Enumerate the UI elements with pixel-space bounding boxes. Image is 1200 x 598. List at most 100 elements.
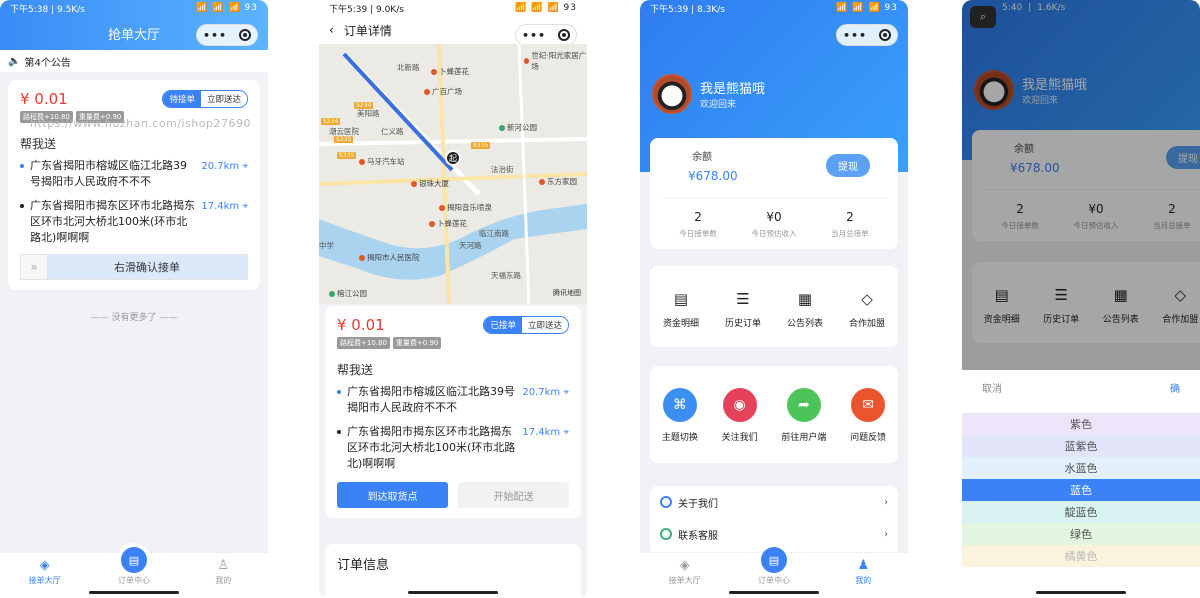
tab-order-center[interactable]: ▤ 订单中心 xyxy=(744,547,804,586)
pickup-distance: 20.7km ⌖ xyxy=(201,159,248,190)
close-target-icon[interactable] xyxy=(879,29,892,41)
handshake-icon: ◇ xyxy=(861,290,873,308)
tab-mine[interactable]: ♟ 我的 xyxy=(833,559,893,586)
close-target-icon[interactable] xyxy=(239,29,252,41)
delivery-badge: 立即送达 xyxy=(521,317,568,333)
theme-option[interactable]: 水蓝色 xyxy=(962,457,1200,479)
double-chevron-icon[interactable]: » xyxy=(21,255,47,279)
theme-option[interactable]: 紫色 xyxy=(962,413,1200,435)
menu-label: 公告列表 xyxy=(786,319,823,329)
status-icons: 📶 📶 📶 93 xyxy=(196,3,258,13)
notice-text: 第4个公告 xyxy=(24,57,71,69)
slide-to-accept[interactable]: » 右滑确认接单 xyxy=(20,254,248,280)
dropoff-distance-value: 17.4km xyxy=(522,427,561,438)
location-pin-icon: ⌖ xyxy=(563,387,569,398)
more-icon[interactable]: ••• xyxy=(843,29,867,42)
status-speed: 9.0K/s xyxy=(375,4,404,15)
dropoff-address-text: 广东省揭阳市揭东区环市北路揭东区环市北河大桥北100米(环市北路北)啊啊啊 xyxy=(347,425,516,470)
no-more-text: —— 没有更多了 —— xyxy=(90,313,178,323)
map-poi: 卜蜂莲花 xyxy=(431,66,469,77)
theme-option[interactable]: 蓝紫色 xyxy=(962,435,1200,457)
slide-label: 右滑确认接单 xyxy=(47,255,247,279)
start-delivery-button[interactable]: 开始配送 xyxy=(458,482,569,508)
theme-option[interactable]: 橘黄色 xyxy=(962,545,1200,567)
status-time: 下午5:38 xyxy=(10,4,49,15)
map-view[interactable]: 卜蜂莲花 广百广场 新河公园 马牙汽车站 银珠大厦 揭阳音乐喷泉 卜蜂莲花 揭阳… xyxy=(319,44,587,304)
map-label: 临江南路 xyxy=(479,229,509,238)
mini-program-capsule[interactable]: ••• xyxy=(836,24,898,46)
start-marker-icon[interactable]: 起 xyxy=(445,150,461,166)
order-card: ¥ 0.01 已接单 立即送达 路程费+10.80 重量费+0.90 帮我送 广东省… xyxy=(325,306,581,518)
notice-bar[interactable]: 🔈 第4个公告 xyxy=(0,50,268,72)
dropoff-address-text: 广东省揭阳市揭东区环市北路揭东区环市北河大桥北100米(环市北路北)啊啊啊 xyxy=(30,199,195,244)
map-label: 天河路 xyxy=(459,241,482,250)
profile[interactable]: 我是熊猫哦 欢迎回来 xyxy=(652,74,765,114)
tab-label: 接单大厅 xyxy=(28,576,61,585)
map-label: 天福东路 xyxy=(491,271,521,280)
menu-order-history[interactable]: ☰ 历史订单 xyxy=(725,290,761,329)
pickup-distance-value: 20.7km xyxy=(522,387,561,398)
stat-value: 2 xyxy=(846,210,854,224)
pickup-address: 广东省揭阳市榕城区临江北路39号揭阳市人民政府不不不 20.7km ⌖ xyxy=(337,384,569,416)
user-name: 我是熊猫哦 xyxy=(700,82,766,97)
balance-card: 余额 ¥678.00 提现 2 今日接单数 ¥0 今日预估收入 2 当月总接单 xyxy=(650,138,898,249)
menu-fund-detail[interactable]: ▤ 资金明细 xyxy=(663,290,699,329)
tab-mine[interactable]: ♙ 我的 xyxy=(193,559,253,586)
list-item-support[interactable]: 联系客服 › xyxy=(660,518,888,550)
theme-option-selected[interactable]: 蓝色 xyxy=(962,479,1200,501)
list-label: 关于我们 xyxy=(678,498,718,510)
chevron-right-icon: › xyxy=(884,528,888,540)
home-indicator xyxy=(408,591,498,594)
menu-partner[interactable]: ◇ 合作加盟 xyxy=(849,290,885,329)
menu-grid: ▤ 资金明细 ☰ 历史订单 ▦ 公告列表 ◇ 合作加盟 xyxy=(650,266,898,347)
weight-fee: 重量费+0.90 xyxy=(392,337,442,349)
back-icon[interactable]: ‹ xyxy=(329,23,334,37)
withdraw-button[interactable]: 提现 xyxy=(826,154,870,177)
dropoff-distance-value: 17.4km xyxy=(201,201,240,212)
tab-order-center[interactable]: ▤ 订单中心 xyxy=(104,547,164,586)
cancel-button[interactable]: 取消 xyxy=(982,380,1002,395)
modal-overlay[interactable] xyxy=(962,0,1200,370)
action-feedback[interactable]: ✉ 问题反馈 xyxy=(850,388,886,443)
message-icon: ✉ xyxy=(851,388,886,422)
map-poi: 世纪·阳光家居广场 xyxy=(524,50,587,72)
arrive-pickup-button[interactable]: 到达取货点 xyxy=(337,482,448,508)
map-poi: 银珠大厦 xyxy=(411,178,449,189)
status-badge: 待接单 xyxy=(163,91,201,107)
map-graphics xyxy=(319,44,587,304)
map-logo: 腾讯地图 xyxy=(553,289,581,297)
tab-order-hall[interactable]: ◈ 接单大厅 xyxy=(655,559,715,586)
more-icon[interactable]: ••• xyxy=(203,29,227,42)
speaker-icon: 🔈 xyxy=(8,55,21,67)
mini-program-capsule[interactable]: ••• xyxy=(515,24,577,46)
action-follow-us[interactable]: ◉ 关注我们 xyxy=(722,388,758,443)
map-poi: 新河公园 xyxy=(499,122,537,133)
theme-picker-sheet: 取消 确 紫色 蓝紫色 水蓝色 蓝色 靛蓝色 绿色 橘黄色 xyxy=(962,370,1200,598)
confirm-button[interactable]: 确 xyxy=(1170,380,1180,395)
home-indicator xyxy=(1036,591,1126,594)
layers-icon: ◈ xyxy=(39,558,50,573)
action-user-client[interactable]: ➦ 前往用户端 xyxy=(781,388,826,443)
status-time: 下午5:39 xyxy=(329,4,368,15)
map-label: 北新路 xyxy=(397,63,420,72)
action-theme-switch[interactable]: ⌘ 主题切换 xyxy=(662,388,698,443)
action-label: 关注我们 xyxy=(721,433,758,443)
user-icon: ♙ xyxy=(217,558,230,573)
tab-order-hall[interactable]: ◈ 接单大厅 xyxy=(15,559,75,586)
theme-option[interactable]: 靛蓝色 xyxy=(962,501,1200,523)
dropoff-distance: 17.4km ⌖ xyxy=(201,199,248,246)
mini-program-capsule[interactable]: ••• xyxy=(196,24,258,46)
stat-label: 当月总接单 xyxy=(831,229,869,238)
stat-label: 今日预估收入 xyxy=(751,229,797,238)
avatar[interactable] xyxy=(652,74,692,114)
service-type: 帮我送 xyxy=(337,363,374,377)
more-icon[interactable]: ••• xyxy=(522,29,546,42)
close-target-icon[interactable] xyxy=(558,29,571,41)
order-info-card: 订单信息 xyxy=(325,544,581,598)
list-item-about[interactable]: 关于我们 › xyxy=(660,486,888,518)
order-card[interactable]: ¥ 0.01 待接单 立即送达 路程费+10.80 重量费+0.90 帮我送 广东省… xyxy=(8,80,260,290)
menu-notice-list[interactable]: ▦ 公告列表 xyxy=(787,290,823,329)
theme-option[interactable]: 绿色 xyxy=(962,523,1200,545)
status-bar: 下午5:38 | 9.5K/s 📶 📶 📶 93 xyxy=(10,3,258,15)
order-price: ¥ 0.01 xyxy=(337,316,385,334)
